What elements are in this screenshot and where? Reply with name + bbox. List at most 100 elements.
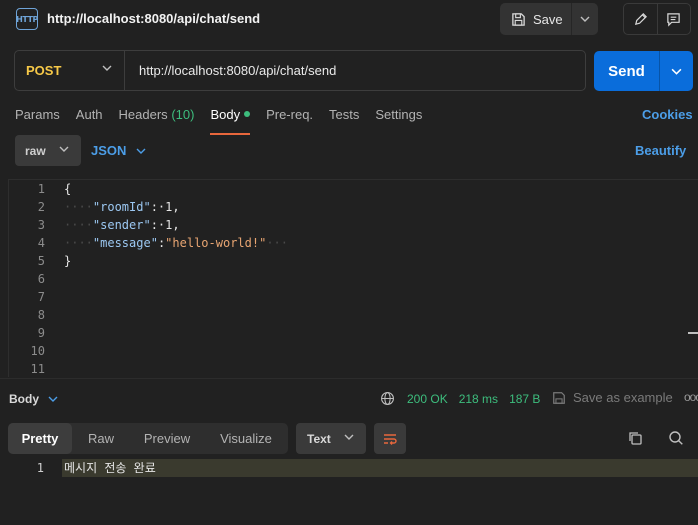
comma: ,: [172, 218, 180, 232]
wrap-text-icon: [384, 433, 397, 445]
code-line: ····"message":"hello-world!"···: [64, 234, 288, 252]
chevron-down-icon: [48, 396, 58, 402]
body-editor[interactable]: 1 2 3 4 5 6 7 8 9 10 11 { ····"roomId":·…: [8, 179, 698, 377]
pane-divider[interactable]: [0, 378, 698, 379]
edit-button[interactable]: [624, 4, 657, 34]
response-body[interactable]: 1 메시지 전송 완료: [0, 459, 698, 477]
line-number-gutter: 1 2 3 4 5 6 7 8 9 10 11: [9, 180, 53, 377]
line-number: 8: [37, 308, 45, 322]
method-select[interactable]: POST: [15, 51, 125, 90]
editor-scroll-marker[interactable]: [688, 332, 698, 334]
save-icon: [553, 391, 565, 404]
body-modified-dot: [244, 111, 251, 117]
url-input[interactable]: [125, 51, 585, 90]
tab-headers[interactable]: Headers (10): [119, 107, 195, 129]
body-mode-select[interactable]: raw: [15, 135, 81, 166]
wrap-lines-button[interactable]: [374, 423, 406, 454]
send-button-group: Send: [594, 51, 693, 91]
tab-preview[interactable]: Preview: [130, 423, 204, 454]
line-number: 1: [36, 461, 44, 475]
search-response-button[interactable]: [668, 430, 684, 449]
request-tabs: Params Auth Headers (10) Body Pre-req. T…: [15, 107, 438, 135]
tab-params[interactable]: Params: [15, 107, 60, 129]
title-bar: HTTP http://localhost:8080/api/chat/send…: [0, 0, 698, 38]
code-line: {: [64, 180, 288, 198]
language-select[interactable]: JSON: [91, 143, 146, 158]
line-number: 1: [37, 182, 45, 196]
request-title[interactable]: http://localhost:8080/api/chat/send: [47, 11, 260, 26]
send-options-button[interactable]: [660, 51, 693, 91]
save-options-button[interactable]: [572, 3, 598, 35]
comma: ,: [172, 200, 180, 214]
code-line: ····"sender":·1,: [64, 216, 288, 234]
copy-icon: [629, 432, 642, 445]
send-button[interactable]: Send: [594, 51, 660, 91]
copy-response-button[interactable]: [627, 430, 643, 449]
colon: :·: [150, 200, 166, 214]
response-size[interactable]: 187 B: [509, 392, 540, 406]
response-view-tabs: Pretty Raw Preview Visualize: [8, 423, 288, 454]
chevron-down-icon: [59, 146, 69, 152]
tab-headers-label: Headers: [118, 107, 168, 122]
more-options-button[interactable]: ooo: [684, 390, 698, 404]
save-as-example-label: Save as example: [573, 390, 673, 405]
save-as-example-button[interactable]: Save as example: [552, 390, 673, 405]
tab-tests[interactable]: Tests: [329, 107, 359, 129]
response-format-label: Text: [307, 431, 331, 446]
response-time[interactable]: 218 ms: [459, 392, 498, 406]
beautify-button[interactable]: Beautify: [635, 143, 686, 158]
json-key: "roomId": [92, 200, 151, 214]
search-icon: [669, 431, 683, 445]
tab-body[interactable]: Body: [210, 107, 251, 135]
tab-visualize[interactable]: Visualize: [204, 423, 288, 454]
comment-icon: [667, 12, 681, 27]
code-lines: { ····"roomId":·1, ····"sender":·1, ····…: [64, 180, 288, 270]
headers-count: (10): [171, 107, 195, 122]
response-status: 200 OK 218 ms 187 B: [407, 392, 540, 406]
tab-body-label: Body: [210, 107, 241, 122]
line-number: 6: [37, 272, 45, 286]
colon: :·: [150, 218, 166, 232]
line-number: 4: [37, 236, 45, 250]
tab-pretty[interactable]: Pretty: [8, 423, 72, 454]
code-line: }: [64, 252, 288, 270]
tab-raw[interactable]: Raw: [72, 423, 130, 454]
side-actions: [623, 3, 691, 35]
line-number: 10: [30, 344, 45, 358]
globe-icon: [381, 392, 394, 405]
tab-settings[interactable]: Settings: [375, 107, 422, 129]
tab-auth[interactable]: Auth: [76, 107, 103, 129]
indent-whitespace: ····: [64, 200, 93, 214]
language-label: JSON: [91, 143, 127, 158]
line-number: 3: [37, 218, 45, 232]
tab-pre-request[interactable]: Pre-req.: [266, 107, 313, 129]
indent-whitespace: ····: [64, 236, 93, 250]
method-label: POST: [26, 63, 62, 78]
line-number: 5: [37, 254, 45, 268]
body-mode-label: raw: [25, 143, 46, 158]
save-button[interactable]: Save: [500, 3, 572, 35]
chevron-down-icon: [102, 65, 112, 71]
comments-button[interactable]: [656, 4, 690, 34]
chevron-down-icon: [580, 16, 590, 22]
json-key: "message": [92, 236, 158, 250]
response-format-select[interactable]: Text: [296, 423, 366, 454]
chevron-down-icon: [671, 68, 682, 75]
response-line: 메시지 전송 완료: [62, 459, 698, 477]
line-number: 11: [30, 362, 45, 376]
response-body-select[interactable]: Body: [9, 392, 58, 406]
save-icon: [512, 12, 525, 26]
http-request-icon: HTTP: [16, 8, 38, 30]
pencil-icon: [634, 12, 647, 25]
json-value: "hello-world!": [165, 236, 267, 250]
cookies-link[interactable]: Cookies: [642, 107, 693, 122]
brace: {: [64, 182, 72, 196]
network-info-button[interactable]: [380, 391, 395, 409]
status-code[interactable]: 200 OK: [407, 392, 448, 406]
url-bar: POST: [14, 50, 586, 91]
line-number: 7: [37, 290, 45, 304]
save-label: Save: [533, 11, 563, 27]
save-button-group: Save: [500, 3, 598, 35]
response-body-label: Body: [9, 392, 39, 406]
code-line: ····"roomId":·1,: [64, 198, 288, 216]
